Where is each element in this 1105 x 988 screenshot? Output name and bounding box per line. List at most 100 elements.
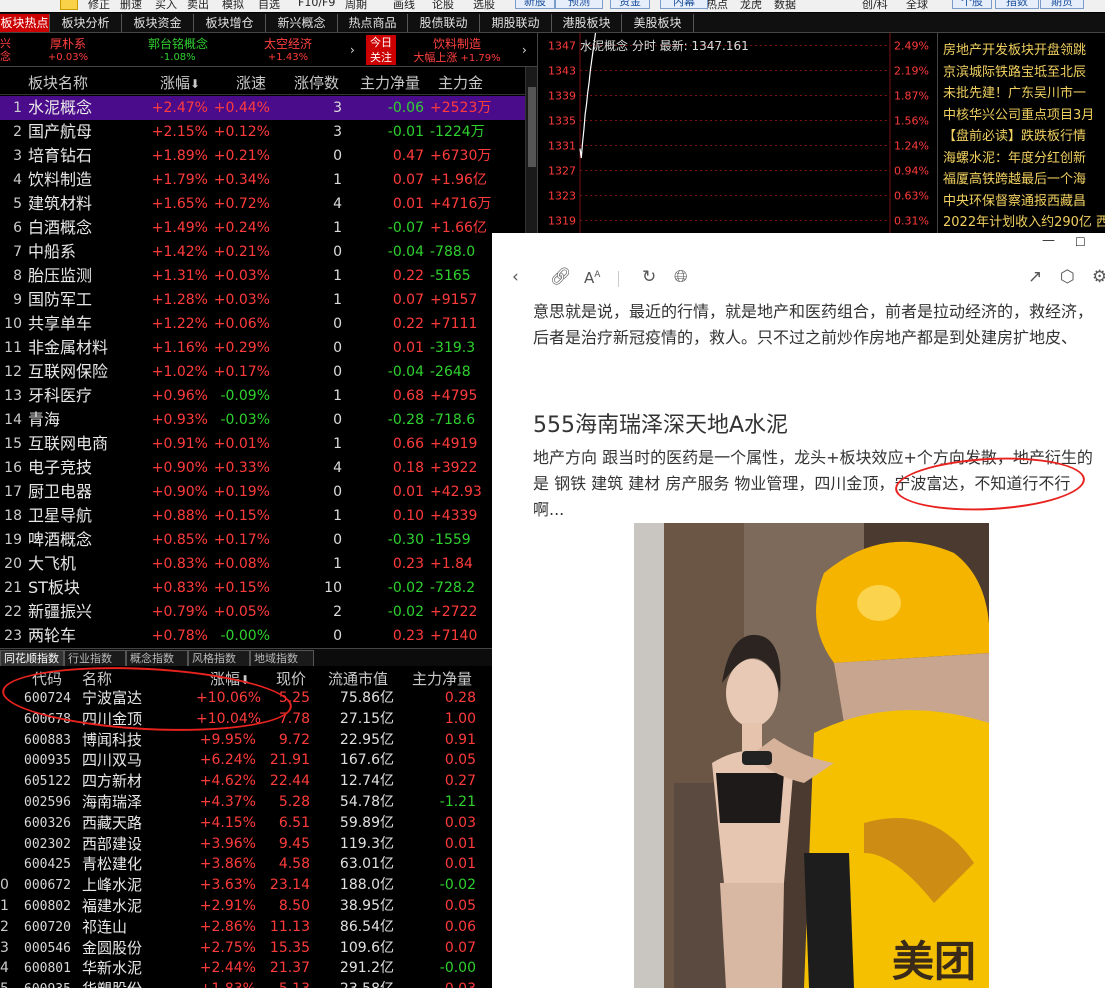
table-row[interactable]: 000935 四川双马 +6.24% 21.91 167.6亿 0.05 [0, 750, 492, 771]
menu-item-11[interactable]: 热点 [706, 0, 728, 12]
index-tab-2[interactable]: 概念指数 [126, 650, 188, 666]
news-item[interactable]: 房地产开发板块开盘领跳 [943, 39, 1086, 58]
table-row[interactable]: 5 建筑材料 +1.65% +0.72% 4 0.01 +4716万 [0, 192, 525, 216]
globe-icon[interactable]: 🌐︎ [674, 267, 688, 287]
menu-item-6[interactable]: F10/F9 [298, 0, 335, 9]
menu-item-13[interactable]: 数据 [774, 0, 796, 12]
focus-next-arrow-icon[interactable]: › [522, 43, 527, 57]
scrollbar-thumb[interactable] [528, 87, 536, 167]
today-focus-badge[interactable]: 今日关注 [366, 35, 396, 65]
menu-item-12[interactable]: 龙虎 [740, 0, 762, 12]
table-row[interactable]: 002302 西部建设 +3.96% 9.45 119.3亿 0.01 [0, 834, 492, 855]
tab-8[interactable]: 港股板块 [552, 14, 622, 32]
table-row[interactable]: 605122 四方新材 +4.62% 22.44 12.74亿 0.27 [0, 771, 492, 792]
focus-concept[interactable]: 饮料制造 大幅上涨 +1.79% [402, 33, 512, 67]
hot-next-arrow-icon[interactable]: › [350, 43, 355, 57]
news-item[interactable]: 京滨城际铁路宝坻至北辰 [943, 61, 1086, 80]
table-row[interactable]: 5 600935 华塑股份 +1.83% 5.13 23.58亿 0.03 [0, 979, 492, 988]
tab-7[interactable]: 期股联动 [480, 14, 552, 32]
menu-item-10[interactable]: 选股 [473, 0, 495, 12]
table-row[interactable]: 12 互联网保险 +1.02% +0.17% 0 -0.04 -2648 [0, 360, 525, 384]
more-icon[interactable]: ⚙ [1092, 267, 1105, 287]
news-item[interactable]: 中央环保督察通报西藏昌 [943, 190, 1086, 209]
menu-button-0[interactable]: 新股 [515, 0, 555, 9]
table-row[interactable]: 9 国防军工 +1.28% +0.03% 1 0.07 +9157 [0, 288, 525, 312]
menu-item-0[interactable]: 修正 [88, 0, 110, 12]
header-main-amount[interactable]: 主力金 [438, 72, 483, 93]
table-row[interactable]: 600425 青松建化 +3.86% 4.58 63.01亿 0.01 [0, 854, 492, 875]
table-row[interactable]: 2 600720 祁连山 +2.86% 11.13 86.54亿 0.06 [0, 917, 492, 938]
header-stock-main-net[interactable]: 主力净量 [412, 668, 472, 689]
header-main-net[interactable]: 主力净量 [360, 72, 420, 93]
news-item[interactable]: 海螺水泥：年度分红创新 [943, 147, 1086, 166]
table-row[interactable]: 22 新疆振兴 +0.79% +0.05% 2 -0.02 +2722 [0, 600, 525, 624]
menu-item-5[interactable]: 自选 [258, 0, 280, 12]
index-tab-4[interactable]: 地域指数 [250, 650, 314, 666]
table-row[interactable]: 002596 海南瑞泽 +4.37% 5.28 54.78亿 -1.21 [0, 792, 492, 813]
table-row[interactable]: 15 互联网电商 +0.91% +0.01% 1 0.66 +4919 [0, 432, 525, 456]
cube-icon[interactable]: ⬡ [1060, 267, 1075, 287]
tab-5[interactable]: 热点商品 [338, 14, 408, 32]
table-row[interactable]: 10 共享单车 +1.22% +0.06% 0 0.22 +7111 [0, 312, 525, 336]
table-row[interactable]: 8 胎压监测 +1.31% +0.03% 1 0.22 -5165 [0, 264, 525, 288]
intraday-chart[interactable]: 1347 2.49% 1343 2.19% 1339 1.87% 1335 1.56% 1331… [537, 33, 937, 233]
table-row[interactable]: 2 国产航母 +2.15% +0.12% 3 -0.01 -1224万 [0, 120, 525, 144]
table-row[interactable]: 1 水泥概念 +2.47% +0.44% 3 -0.06 +2523万 [0, 96, 525, 120]
menu-item-15[interactable]: 全球 [906, 0, 928, 12]
hot-concept-0[interactable]: 厚朴系 +0.03% [18, 33, 118, 67]
news-item[interactable]: 福厦高铁跨越最后一个海 [943, 168, 1086, 187]
menu-button-2[interactable]: 资金 [610, 0, 650, 9]
refresh-icon[interactable]: ↻ [642, 267, 656, 287]
header-change[interactable]: 涨幅⬇ [160, 72, 200, 93]
menu-item-8[interactable]: 画线 [393, 0, 415, 12]
header-sector-name[interactable]: 板块名称 [28, 72, 88, 93]
table-row[interactable]: 6 白酒概念 +1.49% +0.24% 1 -0.07 +1.66亿 [0, 216, 525, 240]
tab-6[interactable]: 股债联动 [408, 14, 480, 32]
menu-item-3[interactable]: 卖出 [187, 0, 209, 12]
lock-icon[interactable] [60, 0, 78, 10]
menu-item-9[interactable]: 论股 [432, 0, 454, 12]
menu-button-6[interactable]: 期货 [1040, 0, 1084, 9]
back-icon[interactable]: ‹ [512, 267, 519, 287]
index-tab-1[interactable]: 行业指数 [64, 650, 126, 666]
news-item[interactable]: 2022年计划收入约290亿 西部 [943, 211, 1105, 230]
news-item[interactable]: 【盘前必读】跌跌板行情 [943, 125, 1086, 144]
menu-item-14[interactable]: 创/科 [862, 0, 888, 12]
table-row[interactable]: 0 000672 上峰水泥 +3.63% 23.14 188.0亿 -0.02 [0, 875, 492, 896]
table-row[interactable]: 14 青海 +0.93% -0.03% 0 -0.28 -718.6 [0, 408, 525, 432]
header-price[interactable]: 现价 [276, 668, 306, 689]
link-icon[interactable]: 🔗︎ [550, 267, 572, 287]
table-row[interactable]: 17 厨卫电器 +0.90% +0.19% 0 0.01 +42.93 [0, 480, 525, 504]
table-row[interactable]: 3 培育钻石 +1.89% +0.21% 0 0.47 +6730万 [0, 144, 525, 168]
table-row[interactable]: 3 000546 金圆股份 +2.75% 15.35 109.6亿 0.07 [0, 938, 492, 959]
share-icon[interactable]: ↗ [1028, 267, 1042, 287]
menu-item-1[interactable]: 删速 [120, 0, 142, 12]
tab-3[interactable]: 板块增仓 [194, 14, 266, 32]
table-row[interactable]: 600326 西藏天路 +4.15% 6.51 59.89亿 0.03 [0, 813, 492, 834]
tab-1[interactable]: 板块分析 [50, 14, 122, 32]
index-tab-0[interactable]: 同花顺指数 [0, 650, 64, 666]
header-limit-up[interactable]: 涨停数 [294, 72, 339, 93]
menu-item-7[interactable]: 周期 [345, 0, 367, 12]
index-tab-3[interactable]: 风格指数 [188, 650, 250, 666]
hot-concept-2[interactable]: 太空经济 +1.43% [236, 33, 340, 67]
tab-0[interactable]: 板块热点 [0, 14, 50, 32]
table-row[interactable]: 1 600802 福建水泥 +2.91% 8.50 38.95亿 0.05 [0, 896, 492, 917]
table-row[interactable]: 11 非金属材料 +1.16% +0.29% 0 0.01 -319.3 [0, 336, 525, 360]
news-item[interactable]: 中核华兴公司重点项目3月 [943, 104, 1094, 123]
tab-9[interactable]: 美股板块 [622, 14, 694, 32]
table-row[interactable]: 13 牙科医疗 +0.96% -0.09% 1 0.68 +4795 [0, 384, 525, 408]
tab-4[interactable]: 新兴概念 [266, 14, 338, 32]
menu-button-3[interactable]: 内幕 [660, 0, 708, 9]
hot-concept-1[interactable]: 郭台铭概念 -1.08% [128, 33, 228, 67]
table-row[interactable]: 7 中船系 +1.42% +0.21% 0 -0.04 -788.0 [0, 240, 525, 264]
table-row[interactable]: 600883 博闻科技 +9.95% 9.72 22.95亿 0.91 [0, 730, 492, 751]
font-size-icon[interactable]: AA [584, 269, 600, 287]
menu-item-2[interactable]: 买入 [155, 0, 177, 12]
table-row[interactable]: 18 卫星导航 +0.88% +0.15% 1 0.10 +4339 [0, 504, 525, 528]
table-row[interactable]: 19 啤酒概念 +0.85% +0.17% 0 -0.30 -1559 [0, 528, 525, 552]
tab-2[interactable]: 板块资金 [122, 14, 194, 32]
header-market-cap[interactable]: 流通市值 [328, 668, 388, 689]
table-row[interactable]: 21 ST板块 +0.83% +0.15% 10 -0.02 -728.2 [0, 576, 525, 600]
menu-button-5[interactable]: 指数 [995, 0, 1039, 9]
